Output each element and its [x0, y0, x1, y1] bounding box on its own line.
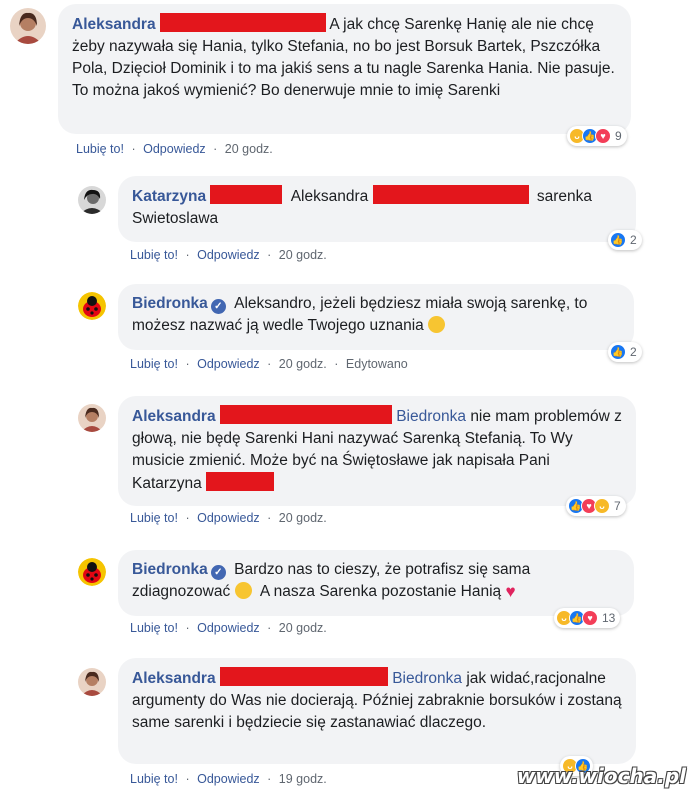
like-link[interactable]: Lubię to!	[76, 142, 124, 156]
like-link[interactable]: Lubię to!	[130, 511, 178, 525]
separator: ·	[185, 772, 190, 786]
heart-emoji-icon: ♥	[505, 582, 516, 601]
reaction-count: 7	[614, 499, 621, 513]
separator: ·	[267, 772, 272, 786]
timestamp[interactable]: 20 godz.	[279, 357, 327, 371]
mention-link[interactable]: Aleksandra	[291, 188, 369, 205]
separator: ·	[267, 621, 272, 635]
comment-actions: Lubię to! · Odpowiedz · 20 godz.	[76, 142, 273, 156]
comment-bubble: Aleksandra Biedronka jak widać,racjonaln…	[118, 658, 636, 764]
comment-bubble: Biedronka ✓ Bardzo nas to cieszy, że potr…	[118, 550, 634, 616]
comment-actions: Lubię to! · Odpowiedz · 20 godz.	[130, 621, 327, 635]
love-reaction-icon: ♥	[595, 128, 611, 144]
redaction-bar	[219, 667, 388, 686]
avatar[interactable]	[78, 668, 106, 696]
reaction-summary[interactable]: 👍 ♥ ᴗ 7	[566, 496, 626, 516]
reaction-count: 2	[630, 345, 637, 359]
reply-link[interactable]: Odpowiedz	[197, 357, 260, 371]
reaction-summary[interactable]: 👍 2	[608, 342, 642, 362]
comment-bubble: Katarzyna Aleksandra sarenka Swietoslawa	[118, 176, 636, 242]
avatar[interactable]	[10, 8, 46, 44]
comment-actions: Lubię to! · Odpowiedz · 19 godz.	[130, 772, 327, 786]
watermark: www.wiocha.pl	[516, 764, 686, 788]
redaction-bar	[206, 472, 275, 491]
separator: ·	[185, 621, 190, 635]
verified-badge-icon: ✓	[210, 565, 226, 580]
like-link[interactable]: Lubię to!	[130, 357, 178, 371]
separator: ·	[185, 357, 190, 371]
reaction-count: 13	[602, 611, 616, 625]
biedronka-logo-avatar[interactable]	[78, 558, 106, 586]
reaction-count: 9	[615, 129, 622, 143]
reaction-summary[interactable]: ᴗ 👍 ♥ 13	[554, 608, 621, 628]
love-reaction-icon: ♥	[582, 610, 598, 626]
like-reaction-icon: 👍	[610, 232, 626, 248]
separator: ·	[267, 248, 272, 262]
comment-bubble: Aleksandra Biedronka nie mam problemów z…	[118, 396, 636, 506]
separator: ·	[267, 357, 272, 371]
timestamp[interactable]: 19 godz.	[279, 772, 327, 786]
reply-link[interactable]: Odpowiedz	[143, 142, 206, 156]
timestamp[interactable]: 20 godz.	[225, 142, 273, 156]
comment-actions: Lubię to! · Odpowiedz · 20 godz.	[130, 511, 327, 525]
redaction-bar	[372, 185, 529, 204]
reaction-summary[interactable]: ᴗ 👍 ♥ 9	[567, 126, 627, 146]
like-link[interactable]: Lubię to!	[130, 621, 178, 635]
comment-actions: Lubię to! · Odpowiedz · 20 godz.	[130, 248, 327, 262]
timestamp[interactable]: 20 godz.	[279, 248, 327, 262]
separator: ·	[185, 248, 190, 262]
haha-reaction-icon: ᴗ	[594, 498, 610, 514]
separator: ·	[131, 142, 136, 156]
redaction-bar	[219, 405, 392, 424]
author-name[interactable]: Aleksandra	[132, 670, 216, 687]
mention-link[interactable]: Biedronka	[396, 408, 466, 425]
avatar[interactable]	[78, 404, 106, 432]
reply-link[interactable]: Odpowiedz	[197, 772, 260, 786]
reply-link[interactable]: Odpowiedz	[197, 248, 260, 262]
separator: ·	[267, 511, 272, 525]
like-link[interactable]: Lubię to!	[130, 248, 178, 262]
author-name[interactable]: Biedronka	[132, 295, 208, 312]
author-name[interactable]: Biedronka	[132, 561, 208, 578]
timestamp[interactable]: 20 godz.	[279, 511, 327, 525]
biedronka-logo-avatar[interactable]	[78, 292, 106, 320]
separator: ·	[213, 142, 218, 156]
redaction-bar	[210, 185, 283, 204]
like-link[interactable]: Lubię to!	[130, 772, 178, 786]
comment-text: A nasza Sarenka pozostanie Hanią	[259, 583, 502, 600]
avatar[interactable]	[78, 186, 106, 214]
author-name[interactable]: Aleksandra	[72, 16, 156, 33]
timestamp[interactable]: 20 godz.	[279, 621, 327, 635]
reply-link[interactable]: Odpowiedz	[197, 621, 260, 635]
reply-link[interactable]: Odpowiedz	[197, 511, 260, 525]
redaction-bar	[159, 13, 326, 32]
wink-emoji-icon	[234, 582, 252, 599]
comment-bubble: Biedronka ✓ Aleksandro, jeżeli będziesz m…	[118, 284, 634, 350]
mention-link[interactable]: Biedronka	[392, 670, 462, 687]
author-name[interactable]: Katarzyna	[132, 188, 206, 205]
wink-emoji-icon	[428, 316, 446, 333]
author-name[interactable]: Aleksandra	[132, 408, 216, 425]
verified-badge-icon: ✓	[210, 299, 226, 314]
like-reaction-icon: 👍	[610, 344, 626, 360]
comment-actions: Lubię to! · Odpowiedz · 20 godz. · Edyto…	[130, 357, 408, 371]
reaction-count: 2	[630, 233, 637, 247]
comment-bubble: Aleksandra A jak chcę Sarenkę Hanię ale …	[58, 4, 631, 134]
separator: ·	[334, 357, 339, 371]
edited-label[interactable]: Edytowano	[346, 357, 408, 371]
separator: ·	[185, 511, 190, 525]
reaction-summary[interactable]: 👍 2	[608, 230, 642, 250]
